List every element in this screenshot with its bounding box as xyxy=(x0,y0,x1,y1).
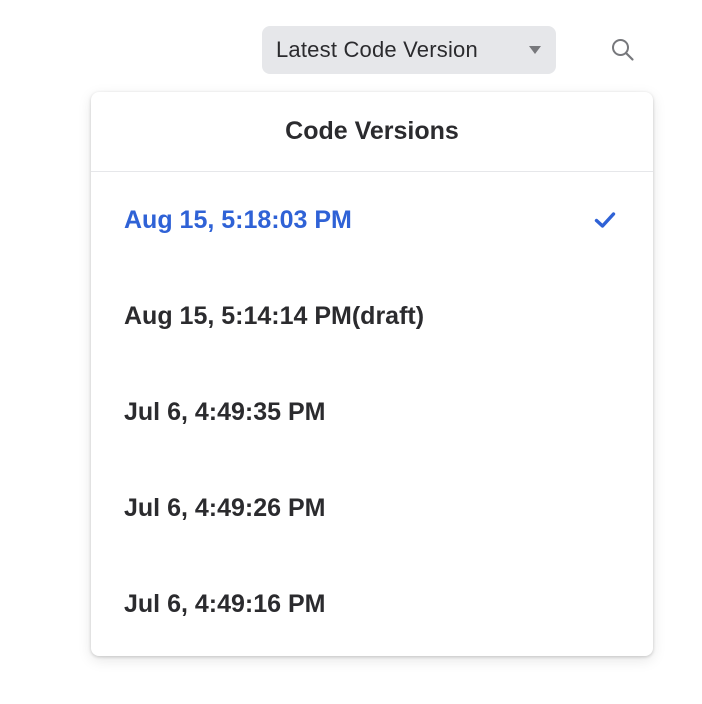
version-item[interactable]: Aug 15, 5:18:03 PM xyxy=(91,172,653,268)
checkmark-icon xyxy=(593,210,617,230)
version-item-label: Jul 6, 4:49:16 PM xyxy=(124,589,326,618)
version-item[interactable]: Jul 6, 4:49:35 PM xyxy=(91,364,653,460)
version-item-label: Jul 6, 4:49:26 PM xyxy=(124,493,326,522)
code-version-select-label: Latest Code Version xyxy=(276,37,478,62)
code-version-select[interactable]: Latest Code Version xyxy=(262,26,556,74)
menu-title: Code Versions xyxy=(285,117,459,145)
version-list: Aug 15, 5:18:03 PM Aug 15, 5:14:14 PM(dr… xyxy=(91,172,653,652)
menu-header: Code Versions xyxy=(91,92,653,172)
version-item[interactable]: Aug 15, 5:14:14 PM(draft) xyxy=(91,268,653,364)
search-icon xyxy=(612,39,634,61)
version-item-label: Aug 15, 5:18:03 PM xyxy=(124,205,352,234)
page: Latest Code Version Code Versions Aug 15… xyxy=(0,0,702,704)
version-item-label: Aug 15, 5:14:14 PM(draft) xyxy=(124,301,425,330)
version-item[interactable]: Jul 6, 4:49:16 PM xyxy=(91,556,653,652)
caret-down-icon xyxy=(529,46,541,54)
code-versions-menu: Code Versions Aug 15, 5:18:03 PM Aug 15,… xyxy=(91,92,653,656)
search-button[interactable] xyxy=(607,34,639,66)
version-item[interactable]: Jul 6, 4:49:26 PM xyxy=(91,460,653,556)
version-item-label: Jul 6, 4:49:35 PM xyxy=(124,397,326,426)
